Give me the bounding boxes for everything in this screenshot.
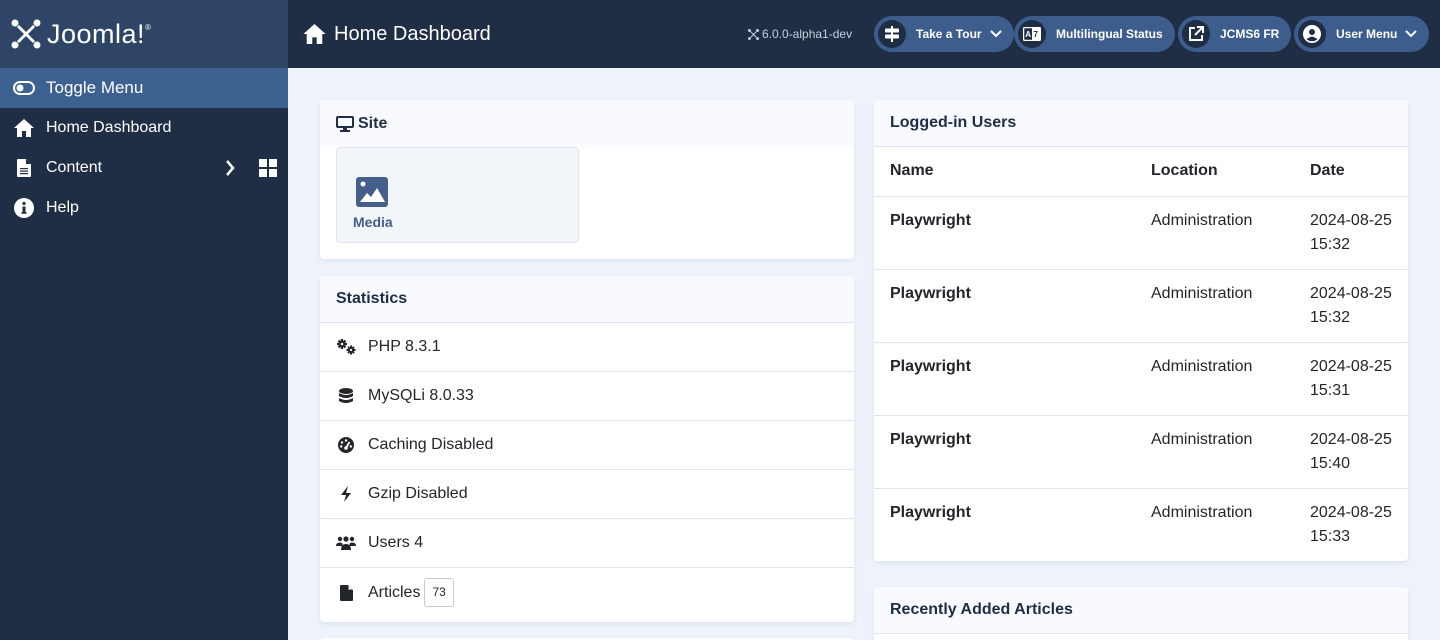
svg-text:7: 7 (1034, 30, 1039, 39)
stat-row-gzip: Gzip Disabled (320, 470, 854, 519)
site-card: Site Media (320, 100, 854, 259)
bolt-icon (336, 484, 356, 504)
sidebar-item-help[interactable]: Help (0, 188, 288, 228)
top-header: Home Dashboard 6.0.0-alpha1-dev Take a T… (288, 0, 1440, 68)
tachometer-icon (336, 435, 356, 455)
joomla-logo-icon (11, 19, 41, 49)
user-name: Playwright (874, 342, 1151, 416)
user-name: Playwright (874, 415, 1151, 489)
card-title: Site (358, 114, 388, 132)
file-icon (13, 157, 35, 179)
media-tile[interactable]: Media (336, 147, 579, 243)
stat-row-mysql: MySQLi 8.0.33 (320, 372, 854, 421)
jcms6-fr-site-link[interactable]: JCMS6 FR (1178, 16, 1292, 52)
sidebar-item-home-dashboard[interactable]: Home Dashboard (0, 108, 288, 148)
logged-in-users-table: Name Location Date Playwright Administra… (874, 147, 1408, 561)
sidebar: Joomla!® Toggle Menu Home Dashboard Cont… (0, 0, 288, 640)
database-icon (336, 386, 356, 406)
external-link-icon (1182, 20, 1210, 48)
user-menu-button[interactable]: User Menu (1294, 16, 1430, 52)
logged-in-users-card: Logged-in Users Name Location Date Playw… (874, 100, 1408, 561)
multilingual-status-button[interactable]: A7 Multilingual Status (1014, 16, 1175, 52)
column-header-date: Date (1310, 147, 1408, 197)
language-icon: A7 (1018, 20, 1046, 48)
card-title: Recently Added Articles (890, 601, 1073, 618)
toggle-icon (13, 77, 35, 99)
user-location: Administration (1151, 196, 1310, 270)
table-row: Playwright Administration 2024-08-25 15:3… (874, 196, 1408, 270)
user-name: Playwright (874, 269, 1151, 343)
table-row: Playwright Administration 2024-08-25 15:3… (874, 488, 1408, 561)
user-location: Administration (1151, 342, 1310, 416)
user-name: Playwright (874, 196, 1151, 270)
user-location: Administration (1151, 415, 1310, 489)
svg-text:A: A (1025, 30, 1031, 39)
user-circle-icon (1298, 20, 1326, 48)
articles-count-badge: 73 (424, 578, 454, 607)
desktop-icon (336, 115, 354, 132)
stat-row-caching: Caching Disabled (320, 421, 854, 470)
card-header: Logged-in Users (874, 100, 1408, 147)
table-row: Playwright Administration 2024-08-25 15:3… (874, 269, 1408, 343)
user-name: Playwright (890, 503, 971, 521)
media-tile-label: Media (353, 214, 393, 230)
home-icon (13, 117, 35, 139)
table-row: Playwright Administration 2024-08-25 15:3… (874, 342, 1408, 416)
column-header-name: Name (874, 147, 1151, 197)
sidebar-item-label: Toggle Menu (46, 78, 144, 97)
user-date: 2024-08-25 15:40 (1310, 415, 1408, 489)
stat-row-users: Users 4 (320, 519, 854, 568)
home-icon (303, 24, 326, 44)
statistics-card: Statistics PHP 8.3.1 MySQLi 8.0.33 Cachi… (320, 276, 854, 622)
dashboard-grid-icon[interactable] (258, 159, 278, 177)
card-header: Recently Added Articles (874, 587, 1408, 634)
user-location: Administration (1151, 503, 1253, 521)
sidebar-item-label: Content (46, 159, 103, 176)
recently-added-articles-card: Recently Added Articles (874, 587, 1408, 640)
card-header: Statistics (320, 276, 854, 323)
users-icon (336, 533, 356, 553)
table-header-row: Name Location Date (874, 147, 1408, 197)
page-title: Home Dashboard (303, 23, 491, 46)
file-icon (336, 583, 356, 603)
sidebar-item-content[interactable]: Content (0, 148, 288, 188)
chevron-right-icon[interactable] (220, 160, 240, 176)
logo-text: Joomla!® (47, 18, 152, 49)
user-date: 2024-08-25 15:31 (1310, 342, 1408, 416)
cogs-icon (336, 337, 356, 357)
user-date: 2024-08-25 15:32 (1310, 269, 1408, 343)
joomla-logo[interactable]: Joomla!® (0, 0, 288, 68)
stat-row-php: PHP 8.3.1 (320, 323, 854, 372)
user-location: Administration (1151, 269, 1310, 343)
table-row: Playwright Administration 2024-08-25 15:4… (874, 415, 1408, 489)
version-label: 6.0.0-alpha1-dev (748, 27, 852, 41)
sidebar-item-label: Home Dashboard (46, 119, 172, 136)
card-title: Logged-in Users (890, 114, 1017, 131)
page-title-text: Home Dashboard (334, 22, 491, 45)
card-header: Site (320, 100, 854, 147)
card-title: Statistics (336, 290, 408, 307)
user-date: 2024-08-25 15:32 (1310, 196, 1408, 270)
sidebar-item-toggle-menu[interactable]: Toggle Menu (0, 68, 288, 108)
info-icon (13, 197, 35, 219)
chevron-down-icon (989, 30, 1002, 38)
column-header-location: Location (1151, 147, 1310, 197)
stat-row-articles: Articles 73 (320, 568, 854, 617)
image-icon (356, 177, 388, 207)
joomla-small-icon (748, 28, 759, 40)
user-date: 2024-08-25 15:33 (1310, 503, 1392, 545)
sidebar-item-label: Help (46, 199, 79, 216)
chevron-down-icon (1405, 30, 1418, 38)
take-a-tour-button[interactable]: Take a Tour (874, 16, 1014, 52)
signpost-icon (878, 20, 906, 48)
